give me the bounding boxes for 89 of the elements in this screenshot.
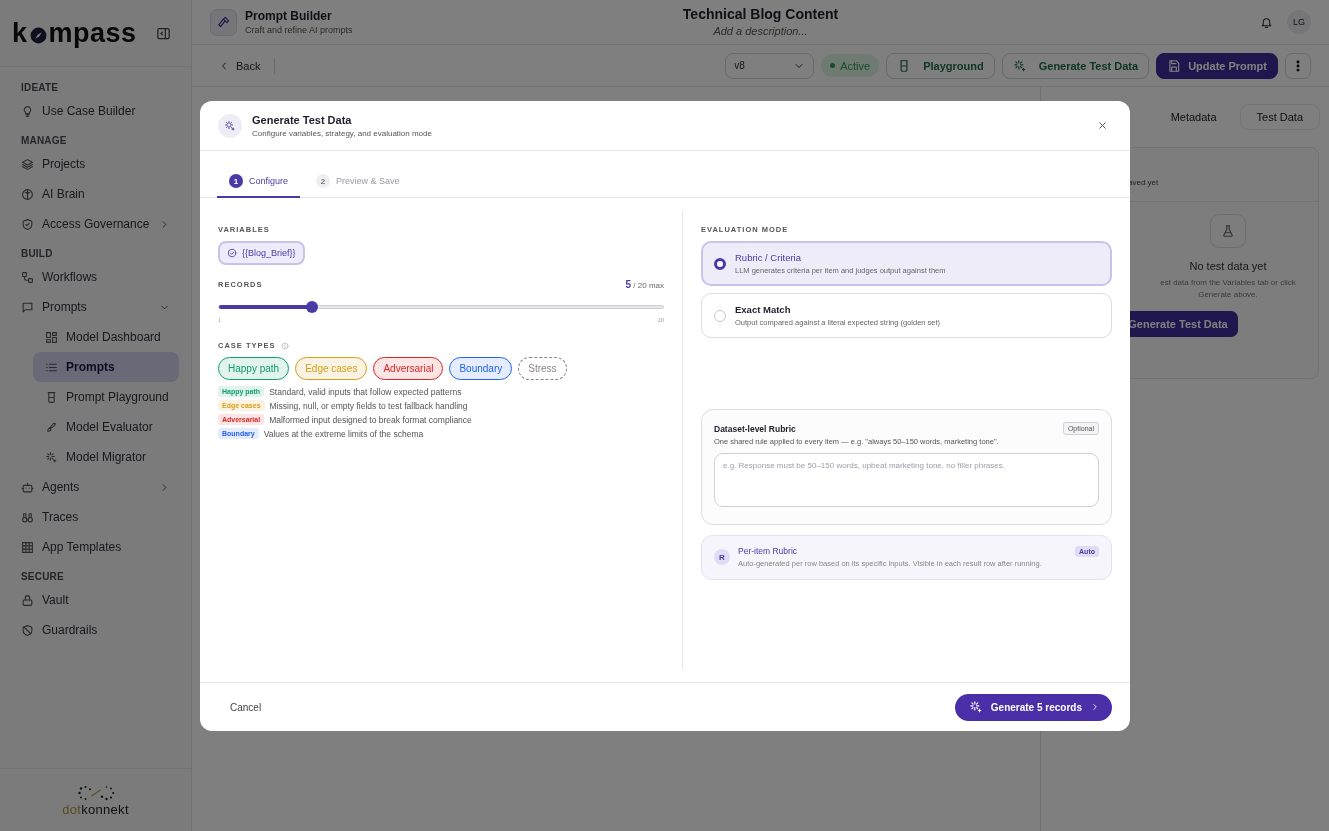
brand-name: k xyxy=(12,17,28,49)
case-type-chip[interactable]: Boundary xyxy=(449,357,513,380)
brand-name: mpass xyxy=(48,17,137,49)
generate-button[interactable]: Generate 5 records xyxy=(954,693,1112,721)
sidebar-toggle-icon[interactable] xyxy=(156,25,171,41)
step-tab[interactable]: 1 Configure xyxy=(217,166,301,198)
status-badge: Active xyxy=(821,54,880,77)
rubric-title: Dataset-level Rubric xyxy=(714,423,796,434)
case-type-description: Malformed input designed to break format compliance xyxy=(269,414,472,425)
hammer-icon xyxy=(210,8,237,36)
sidebar-item[interactable]: Use Case Builder xyxy=(12,96,179,126)
rubric-avatar: R xyxy=(714,549,730,565)
step-tab[interactable]: 2 Preview & Save xyxy=(304,166,412,198)
sidebar-item[interactable]: Prompt Playground xyxy=(33,382,179,412)
dialog-title: Generate Test Data xyxy=(252,113,353,126)
radio-button[interactable] xyxy=(714,257,726,270)
compass-icon xyxy=(28,25,48,45)
case-type-chip[interactable]: Stress xyxy=(518,357,567,380)
option-title: Rubric / Criteria xyxy=(735,252,802,263)
panel-tab[interactable]: Test Data xyxy=(1240,105,1319,129)
case-type-description: Standard, valid inputs that follow expected patterns xyxy=(269,386,462,397)
sidebar-item[interactable]: Guardrails xyxy=(12,615,179,645)
variable-chip[interactable]: {{Blog_Brief}} xyxy=(218,241,305,265)
toolbar-button[interactable]: Playground xyxy=(886,52,995,79)
page-title: Prompt Builder xyxy=(245,9,333,23)
sparkle-icon xyxy=(218,113,242,138)
chat-icon xyxy=(21,300,34,314)
close-icon[interactable] xyxy=(1097,120,1108,131)
sidebar-item[interactable]: Prompts xyxy=(12,292,179,322)
records-slider[interactable] xyxy=(218,300,664,314)
empty-title: No test data yet xyxy=(1189,260,1267,272)
section-heading: BUILD xyxy=(20,247,54,261)
document-title[interactable]: Technical Blog Content xyxy=(682,6,839,22)
sparkle-icon xyxy=(45,450,58,464)
section-heading: IDEATE xyxy=(20,81,60,95)
section-heading: MANAGE xyxy=(20,134,68,148)
rubric-title: Per-item Rubric xyxy=(738,546,799,556)
sidebar-item[interactable]: Workflows xyxy=(12,262,179,292)
chevron-right-icon xyxy=(1090,702,1100,712)
sidebar-item[interactable]: Agents xyxy=(12,472,179,502)
case-type-chip[interactable]: Happy path xyxy=(218,357,290,380)
slider-thumb[interactable] xyxy=(306,301,319,313)
panel-tab[interactable]: Metadata xyxy=(1154,105,1233,129)
toolbar-button[interactable]: Generate Test Data xyxy=(1001,52,1150,79)
case-type-chip[interactable]: Adversarial xyxy=(373,357,444,380)
page-subtitle: Craft and refine AI prompts xyxy=(245,25,353,35)
sparkle-icon xyxy=(968,700,983,714)
sidebar-item[interactable]: Model Dashboard xyxy=(33,322,179,352)
robot-icon xyxy=(21,480,34,494)
back-button[interactable]: Back xyxy=(218,59,261,72)
sidebar-item[interactable]: Model Evaluator xyxy=(33,412,179,442)
binoculars-icon xyxy=(21,510,34,524)
sidebar-item[interactable]: Vault xyxy=(12,585,179,615)
rubric-field[interactable]: e.g. Response must be 50–150 words, upbeat marketing tone, no filler phrases. xyxy=(714,453,1099,507)
beaker-icon xyxy=(45,390,58,404)
notification-icon[interactable] xyxy=(1260,15,1273,29)
description-field[interactable]: Add a description... xyxy=(682,25,839,37)
toolbar-button[interactable]: Update Prompt xyxy=(1156,52,1278,79)
workflow-icon xyxy=(21,270,34,284)
brand-name: dotkonnekt xyxy=(62,801,129,817)
check-circle-icon xyxy=(227,248,237,258)
crossed-shield-icon xyxy=(21,623,34,637)
version-select[interactable]: v8 xyxy=(725,52,815,79)
lock-icon xyxy=(21,593,34,607)
section-heading: SECURE xyxy=(20,570,65,584)
case-type-description: Values at the extreme limits of the schema xyxy=(263,428,424,439)
sidebar-item[interactable]: AI Brain xyxy=(12,179,179,209)
sidebar-item[interactable]: Projects xyxy=(12,149,179,179)
case-type-description: Missing, null, or empty fields to test fallback handling xyxy=(269,400,468,411)
sidebar-item[interactable]: App Templates xyxy=(12,532,179,562)
option-title: Exact Match xyxy=(735,304,792,315)
shield-icon xyxy=(21,217,34,231)
user-avatar[interactable]: LG xyxy=(1287,10,1311,34)
case-type-chip[interactable]: Edge cases xyxy=(295,357,368,380)
sidebar-item[interactable]: Access Governance xyxy=(12,209,179,239)
save-icon xyxy=(1167,58,1182,73)
dialog-subtitle: Configure variables, strategy, and evaluation mode xyxy=(252,128,432,138)
sparkle-icon xyxy=(1012,58,1027,73)
sidebar-item[interactable]: Traces xyxy=(12,502,179,532)
flask-icon xyxy=(1210,214,1246,248)
cancel-button[interactable]: Cancel xyxy=(230,701,262,713)
layers-icon xyxy=(21,157,34,171)
grid-icon xyxy=(21,540,34,554)
brain-icon xyxy=(21,187,34,201)
sidebar-item[interactable]: Model Migrator xyxy=(33,442,179,472)
records-reading: 5 / 20 max xyxy=(625,279,664,290)
lightbulb-icon xyxy=(21,104,34,118)
sidebar-item[interactable]: Prompts xyxy=(33,352,179,382)
dashboard-icon xyxy=(45,330,58,344)
